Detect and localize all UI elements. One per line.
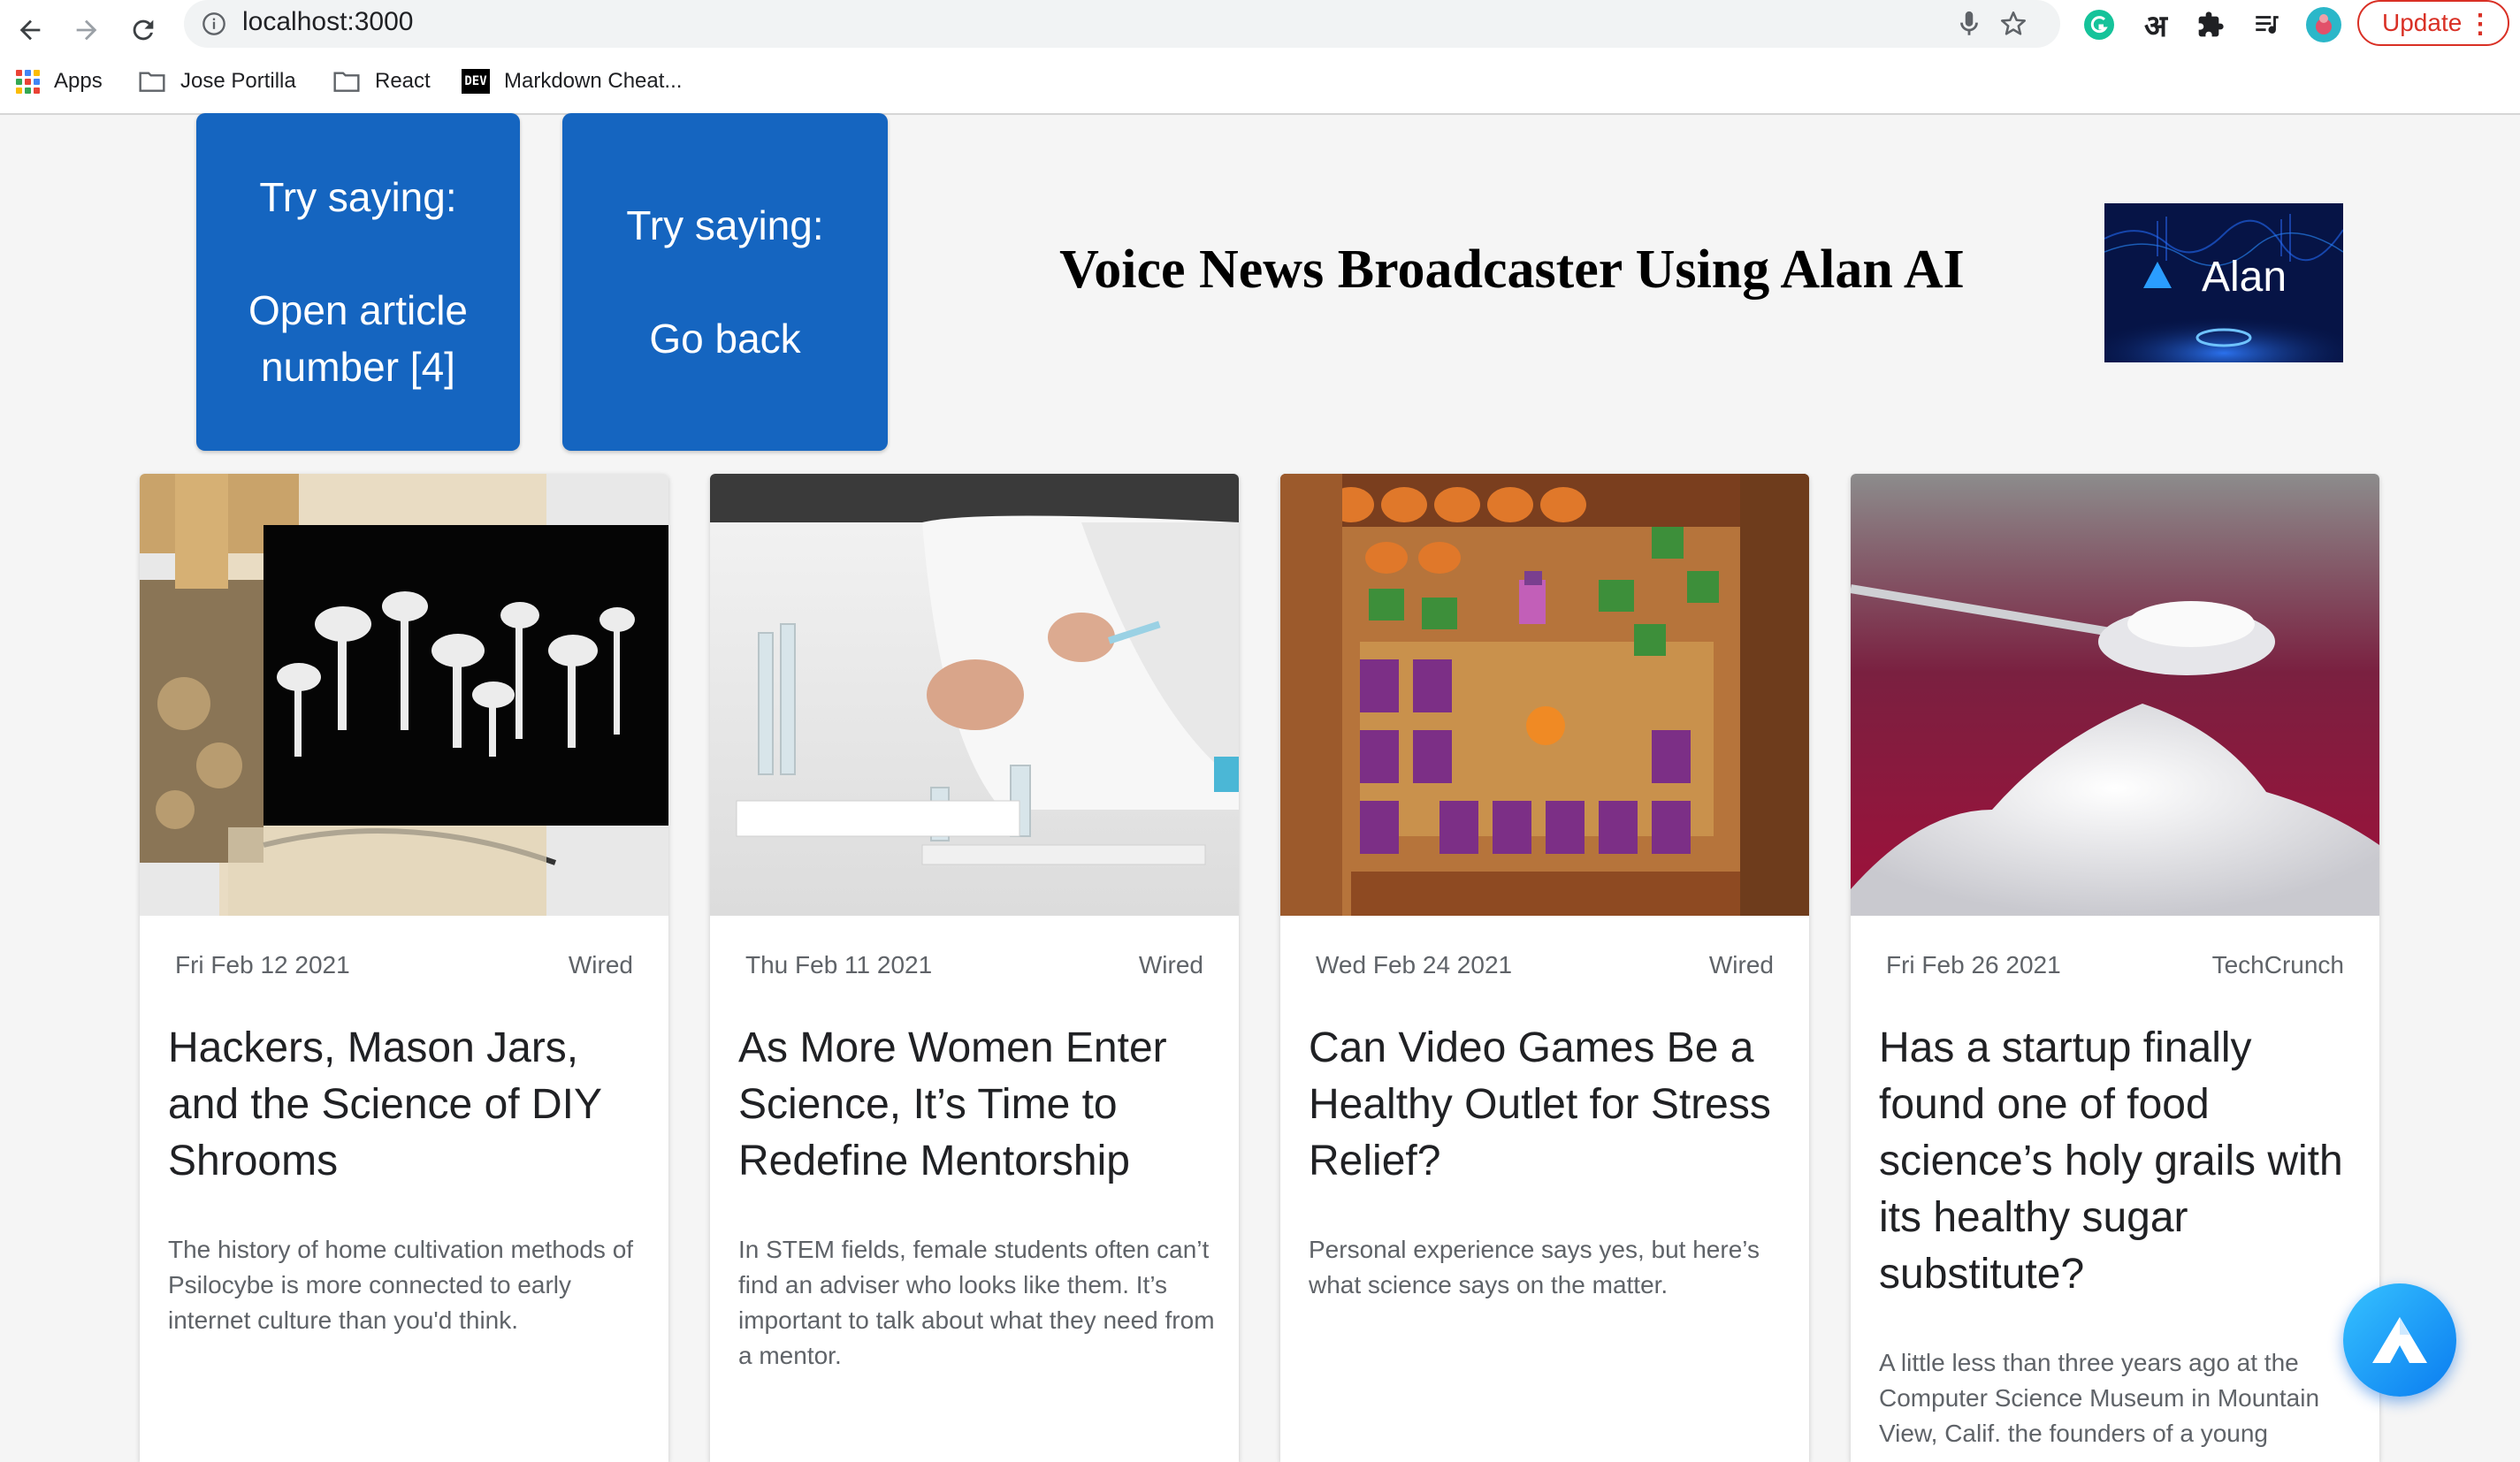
more-vert-icon: ⋮ bbox=[2467, 10, 2493, 39]
alan-a-icon bbox=[2372, 1317, 2427, 1363]
article-card[interactable]: Wed Feb 24 2021 Wired Can Video Games Be… bbox=[1280, 474, 1809, 1462]
article-source: Wired bbox=[568, 951, 633, 978]
article-card[interactable]: Fri Feb 26 2021 TechCrunch Has a startup… bbox=[1851, 474, 2379, 1462]
reload-button[interactable] bbox=[120, 7, 166, 53]
mushroom-collage-image bbox=[140, 474, 668, 916]
url-text[interactable]: localhost:3000 bbox=[242, 7, 413, 37]
hint-heading: Try saying: bbox=[626, 202, 824, 248]
playlist-icon bbox=[2256, 16, 2279, 34]
hindi-extension-label: अ bbox=[2144, 10, 2167, 43]
pixel-farm-game-image bbox=[1280, 474, 1809, 916]
hint-command: Go back bbox=[649, 316, 801, 362]
bookmark-react[interactable]: React bbox=[332, 64, 431, 99]
folder-icon bbox=[138, 69, 166, 94]
article-description: Personal experience says yes, but here’s… bbox=[1309, 1236, 1760, 1298]
bookmark-label: Jose Portilla bbox=[180, 69, 296, 93]
article-source: Wired bbox=[1138, 951, 1203, 978]
article-date: Fri Feb 26 2021 bbox=[1886, 951, 2061, 978]
bookmark-apps[interactable]: Apps bbox=[16, 64, 103, 99]
microphone-icon[interactable] bbox=[1954, 9, 1984, 39]
article-title[interactable]: As More Women Enter Science, It’s Time t… bbox=[738, 1020, 1216, 1190]
forward-button[interactable] bbox=[64, 7, 110, 53]
article-date: Fri Feb 12 2021 bbox=[175, 951, 350, 978]
hint-card-go-back: Try saying: Go back bbox=[562, 113, 888, 451]
article-title[interactable]: Can Video Games Be a Healthy Outlet for … bbox=[1309, 1020, 1786, 1190]
lab-scientist-image bbox=[710, 474, 1239, 916]
star-bookmark-icon[interactable] bbox=[1998, 9, 2028, 39]
bookmark-label: Apps bbox=[54, 69, 103, 93]
reload-icon bbox=[133, 19, 154, 41]
address-bar[interactable]: localhost:3000 bbox=[184, 0, 2060, 48]
article-description: A little less than three years ago at th… bbox=[1879, 1349, 2320, 1447]
article-title[interactable]: Has a startup finally found one of food … bbox=[1879, 1020, 2356, 1303]
page-title: Voice News Broadcaster Using Alan AI bbox=[1059, 240, 1965, 300]
article-title[interactable]: Hackers, Mason Jars, and the Science of … bbox=[168, 1020, 645, 1190]
alan-logo: Alan bbox=[2104, 203, 2343, 362]
article-card[interactable]: Thu Feb 11 2021 Wired As More Women Ente… bbox=[710, 474, 1239, 1462]
hint-command: Open article bbox=[248, 287, 468, 333]
bookmark-label: React bbox=[375, 69, 431, 93]
article-source: TechCrunch bbox=[2211, 951, 2344, 978]
alan-voice-button[interactable] bbox=[2343, 1283, 2456, 1397]
reading-list-button[interactable] bbox=[2249, 7, 2285, 42]
article-description: The history of home cultivation methods … bbox=[168, 1236, 634, 1334]
bookmark-label: Markdown Cheat... bbox=[504, 69, 683, 93]
dev-logo-icon: DEV bbox=[462, 69, 490, 94]
arrow-left-icon bbox=[19, 19, 41, 41]
grammarly-extension[interactable] bbox=[2081, 7, 2117, 42]
hindi-extension[interactable]: अ bbox=[2138, 7, 2173, 43]
bookmark-jose-portilla[interactable]: Jose Portilla bbox=[138, 64, 296, 99]
article-date: Wed Feb 24 2021 bbox=[1316, 951, 1513, 978]
article-date: Thu Feb 11 2021 bbox=[745, 951, 933, 978]
back-button[interactable] bbox=[7, 7, 53, 53]
article-description: In STEM fields, female students often ca… bbox=[738, 1236, 1215, 1369]
article-source: Wired bbox=[1708, 951, 1774, 978]
hint-heading: Try saying: bbox=[259, 174, 457, 220]
hint-card-open-article: Try saying: Open article number [4] bbox=[196, 113, 520, 451]
browser-chrome: localhost:3000 अ Update ⋮ Apps Jose Port… bbox=[0, 0, 2520, 115]
avatar-icon bbox=[2306, 7, 2341, 42]
folder-icon bbox=[332, 69, 361, 94]
update-button[interactable]: Update ⋮ bbox=[2357, 0, 2509, 46]
sugar-spoon-image bbox=[1851, 474, 2379, 916]
apps-grid-icon bbox=[16, 69, 40, 94]
alan-logo-text: Alan bbox=[2202, 254, 2287, 301]
article-card[interactable]: Fri Feb 12 2021 Wired Hackers, Mason Jar… bbox=[140, 474, 668, 1462]
puzzle-icon bbox=[2198, 11, 2224, 37]
bookmark-markdown-cheat[interactable]: DEV Markdown Cheat... bbox=[462, 64, 682, 99]
hint-command: number [4] bbox=[261, 344, 455, 390]
profile-avatar[interactable] bbox=[2306, 7, 2341, 42]
update-button-label: Update bbox=[2382, 9, 2463, 36]
info-icon[interactable] bbox=[202, 11, 226, 36]
extensions-button[interactable] bbox=[2193, 7, 2228, 42]
grammarly-icon bbox=[2084, 10, 2114, 40]
arrow-right-icon bbox=[76, 19, 97, 41]
